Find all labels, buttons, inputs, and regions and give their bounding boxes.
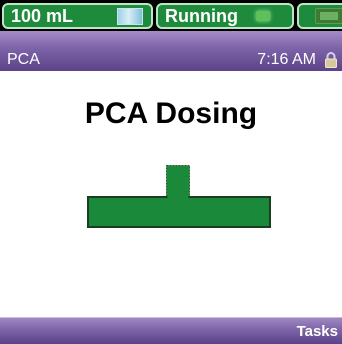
clock: 7:16 AM xyxy=(257,51,316,68)
volume-label: 100 mL xyxy=(11,6,74,26)
title-bar: PCA 7:16 AM xyxy=(0,31,342,71)
screen-heading: PCA Dosing xyxy=(84,97,258,130)
main-screen: PCA Dosing xyxy=(0,71,342,317)
dose-stem xyxy=(166,165,190,199)
battery-indicator xyxy=(297,3,342,29)
soft-key-bar: Tasks xyxy=(0,317,342,344)
channel-label: PCA xyxy=(7,51,40,68)
dose-base xyxy=(87,196,271,228)
battery-icon xyxy=(315,8,342,24)
status-bar: 100 mL Running xyxy=(0,0,342,31)
volume-indicator[interactable]: 100 mL xyxy=(2,3,153,29)
lock-icon xyxy=(325,52,337,68)
tasks-button[interactable]: Tasks xyxy=(295,322,340,342)
dose-bar-graphic xyxy=(87,165,271,228)
run-indicator-icon xyxy=(256,11,270,21)
pump-status-label: Running xyxy=(165,6,238,26)
pump-status-indicator[interactable]: Running xyxy=(156,3,294,29)
syringe-icon xyxy=(117,8,143,25)
